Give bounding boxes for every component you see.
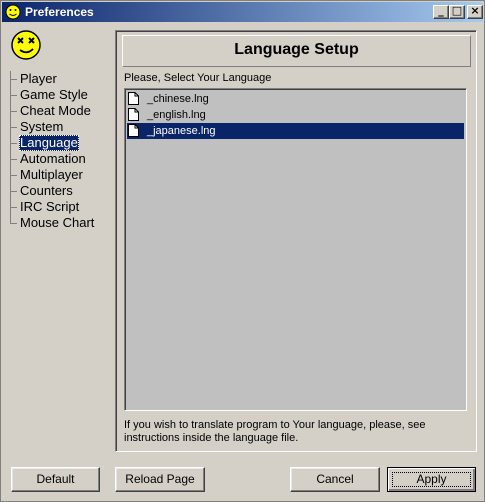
minimize-button[interactable]: _ [433,4,449,19]
sidebar-item-label: IRC Script [20,199,80,214]
close-icon: × [470,4,480,17]
default-button[interactable]: Default [11,467,100,492]
panel-heading: Language Setup [234,41,359,58]
sidebar-item-system[interactable]: System [7,119,112,135]
file-name: _japanese.lng [147,125,216,137]
dizzy-smiley-logo [11,30,41,60]
sidebar-item-label: Player [20,71,57,86]
list-item-selected[interactable]: _japanese.lng [127,123,464,139]
sidebar-item-label: Language [19,135,79,151]
file-name: _chinese.lng [147,93,209,105]
reload-page-button[interactable]: Reload Page [115,467,205,492]
maximize-button[interactable]: □ [449,4,465,19]
list-item[interactable]: _chinese.lng [127,91,464,107]
language-file-list[interactable]: _chinese.lng _english.lng _japanese.lng [124,88,467,411]
cancel-button[interactable]: Cancel [290,467,380,492]
file-name: _english.lng [147,109,206,121]
sidebar-item-label: Cheat Mode [20,103,91,118]
sidebar-item-multiplayer[interactable]: Multiplayer [7,167,112,183]
title-bar[interactable]: Preferences _ □ × [2,2,483,22]
file-icon [128,124,139,137]
panel-header: Language Setup [122,35,471,67]
sidebar-item-mouse-chart[interactable]: Mouse Chart [7,215,112,231]
sidebar-item-label: Counters [20,183,73,198]
sidebar-item-player[interactable]: Player [7,71,112,87]
sidebar-item-automation[interactable]: Automation [7,151,112,167]
sidebar-item-game-style[interactable]: Game Style [7,87,112,103]
list-item[interactable]: _english.lng [127,107,464,123]
apply-button[interactable]: Apply [387,467,476,492]
sidebar-item-label: Mouse Chart [20,215,95,230]
focus-rect [392,472,471,487]
window-title: Preferences [25,5,94,19]
preferences-window: Preferences _ □ × Player Game Style Chea… [0,0,485,502]
minimize-icon: _ [438,4,444,17]
sidebar-item-label: System [20,119,64,134]
sidebar-item-label: Automation [20,151,86,166]
sidebar-item-irc-script[interactable]: IRC Script [7,199,112,215]
sidebar-tree: Player Game Style Cheat Mode System Lang… [7,71,112,231]
sidebar-item-cheat-mode[interactable]: Cheat Mode [7,103,112,119]
translation-note: If you wish to translate program to Your… [124,419,426,444]
sidebar-item-counters[interactable]: Counters [7,183,112,199]
file-icon [128,92,139,105]
language-panel: Language Setup Please, Select Your Langu… [115,30,477,452]
sidebar-item-language[interactable]: Language [7,135,112,151]
close-button[interactable]: × [467,4,483,19]
sidebar-item-label: Multiplayer [20,167,83,182]
sidebar-item-label: Game Style [20,87,88,102]
smiley-app-icon [5,4,21,20]
maximize-icon: □ [451,4,463,17]
language-prompt: Please, Select Your Language [124,72,272,84]
file-icon [128,108,139,121]
